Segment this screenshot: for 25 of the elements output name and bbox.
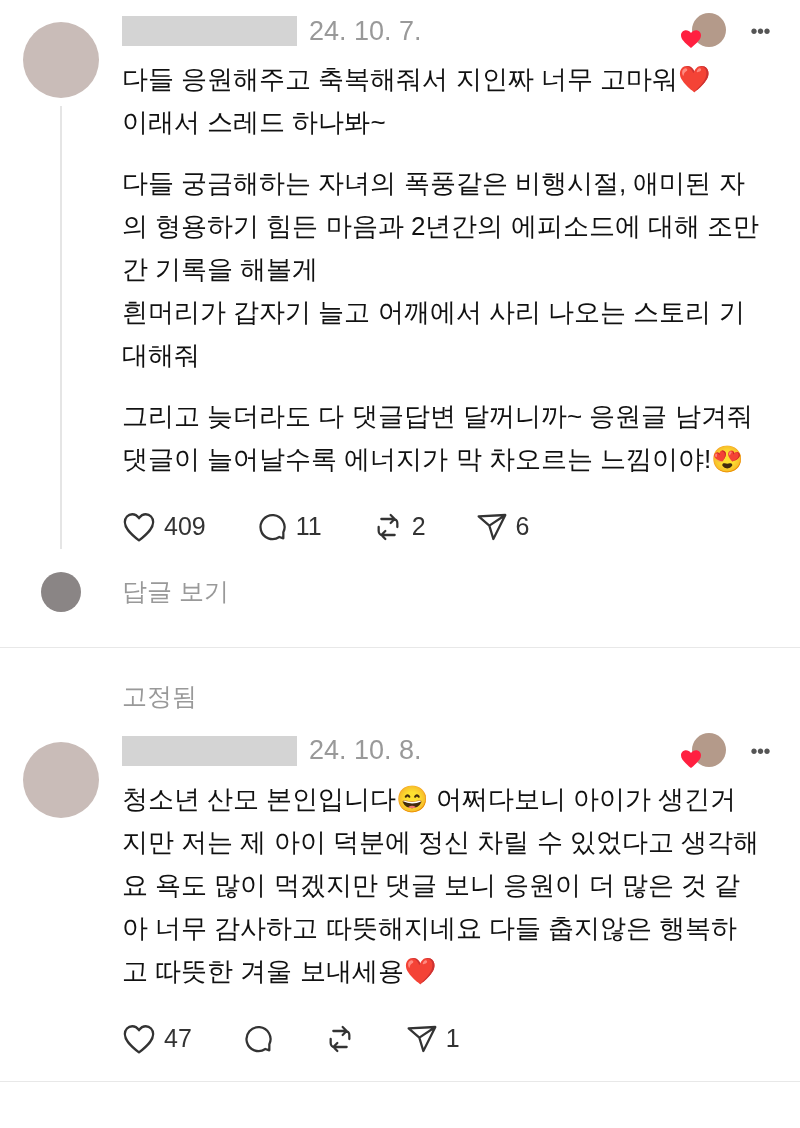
like-button[interactable]: 47 <box>122 1019 192 1058</box>
count-label: 47 <box>164 1022 192 1054</box>
post-text: 다들 궁금해하는 자녀의 폭풍같은 비행시절, 애미된 자의 형용하기 힘든 마음과 2년간의 에피소드에 대해 조만간 기록을 해볼게 흰머리가 갑자기 늘고 어깨에서 사리 나오는 스토리 기대해줘 <box>122 167 761 372</box>
count-label: 6 <box>515 511 530 543</box>
send-icon <box>475 511 508 543</box>
share-button[interactable]: 1 <box>405 1019 460 1058</box>
count-label: 1 <box>445 1022 460 1054</box>
heart-icon <box>122 511 156 543</box>
more-button[interactable]: ••• <box>750 16 770 46</box>
count-label: 409 <box>164 511 206 543</box>
post-text: 청소년 산모 본인입니다😄 어쩌다보니 아이가 생긴거지만 저는 제 아이 덕분에 정신 차릴 수 있었다고 생각해요 욕도 많이 먹겠지만 댓글 보니 응원이 더 많은 것 같아 너무 감사하고 따뜻해지네요 다들 춥지않은 행복하고 따뜻한 겨울 보내세용❤ <box>122 782 760 988</box>
post-text: 그리고 늦더라도 다 댓글답변 달꺼니까~ 응원글 남겨줘 댓글이 늘어날수록 에너지가 막 차오르는 느낌이야!😍 <box>122 400 754 476</box>
post-date: 24. 10. 8. <box>309 734 422 768</box>
like-button[interactable]: 409 <box>122 508 206 546</box>
post-text: 다들 응원해주고 축복해줘서 지인짜 너무 고마워❤ 이래서 스레드 하나봐~ <box>122 63 712 139</box>
reply-button[interactable]: 11 <box>255 508 322 546</box>
count-label: 2 <box>411 511 426 543</box>
replier-avatar <box>41 572 81 612</box>
count-label: 11 <box>295 511 322 543</box>
repost-button[interactable]: 2 <box>371 508 426 546</box>
pinned-label: 고정됨 <box>122 681 197 712</box>
more-button[interactable]: ••• <box>750 735 770 766</box>
share-button[interactable]: 6 <box>475 508 530 546</box>
post-date: 24. 10. 7. <box>309 14 422 48</box>
heart-icon <box>122 1022 156 1055</box>
